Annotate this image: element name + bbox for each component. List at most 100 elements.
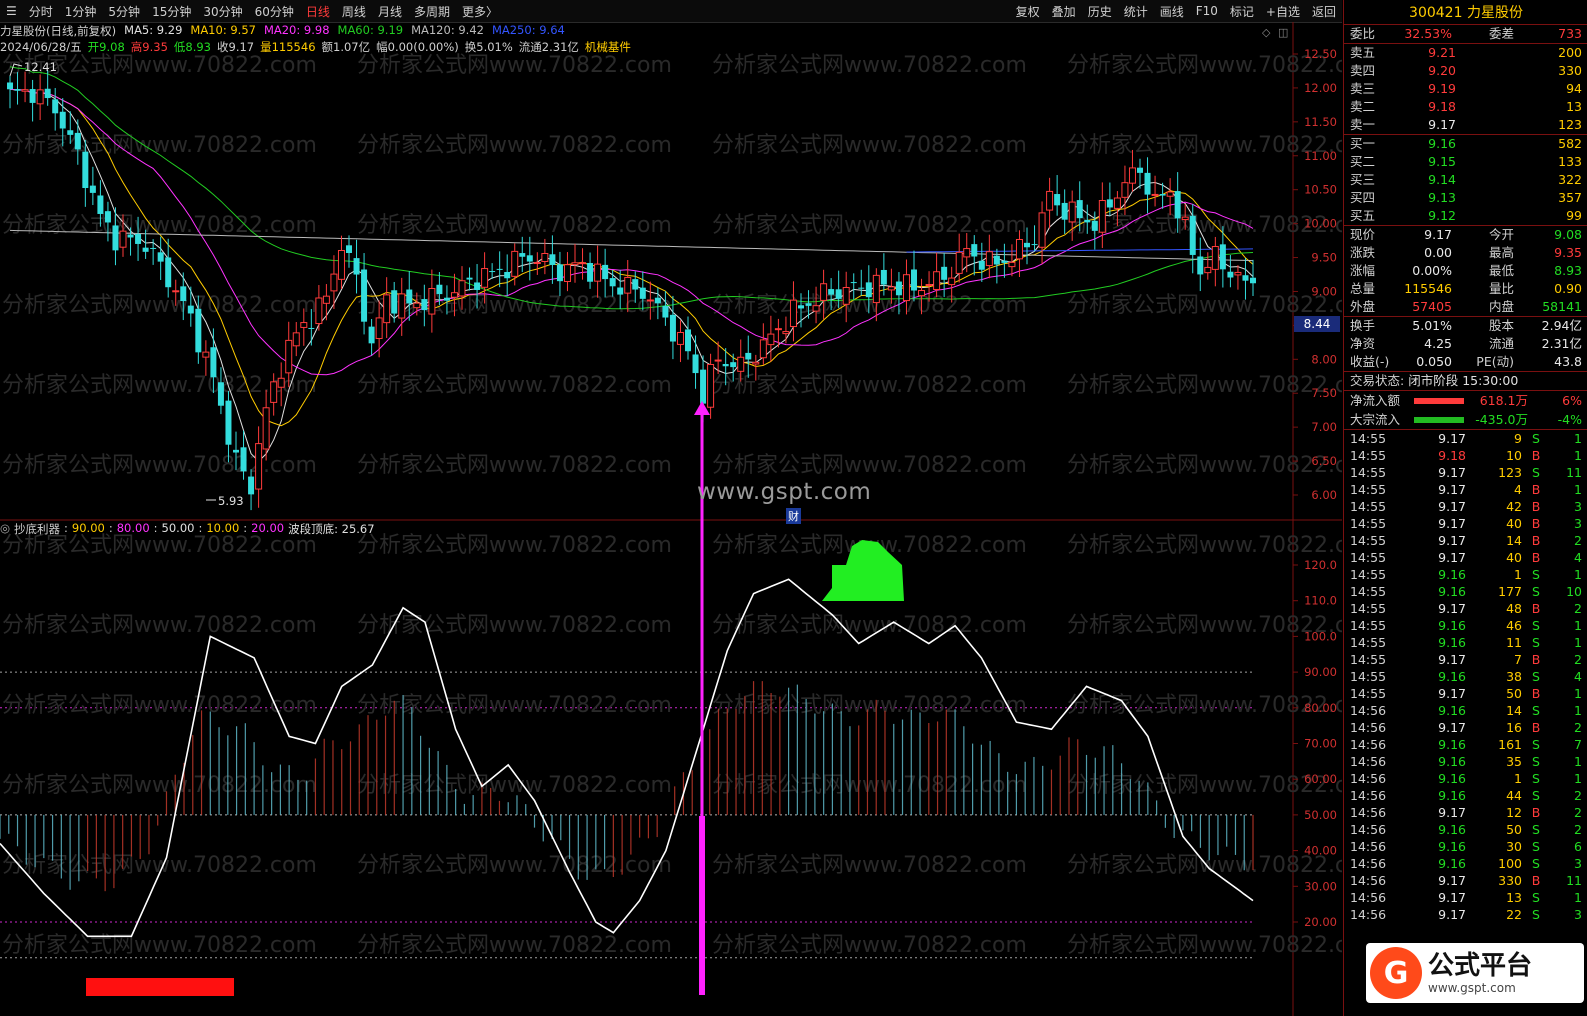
candle-down bbox=[1054, 194, 1061, 206]
candle-up bbox=[292, 332, 300, 347]
bid-level[interactable]: 买五 9.12 99 bbox=[1344, 207, 1587, 225]
candle-up bbox=[413, 302, 421, 309]
watermark-text: 分析家公式网www.70822.com bbox=[357, 613, 672, 638]
watermark-text: 分析家公式网www.70822.com bbox=[712, 933, 1027, 958]
weibi-value: 32.53% bbox=[1404, 26, 1452, 41]
watermark-text: 分析家公式网www.70822.com bbox=[712, 613, 1027, 638]
ask-level[interactable]: 卖二 9.18 13 bbox=[1344, 98, 1587, 116]
bid-levels: 买一 9.16 582 买二 9.15 133 买三 9.14 322 买四 9.13 357 买五 9.… bbox=[1344, 135, 1587, 226]
tick-row: 14:55 9.17 48 B 2 bbox=[1350, 601, 1582, 616]
indicator-v2: 80.00 bbox=[116, 521, 150, 535]
watermark-text: 分析家公式网www.70822.com bbox=[357, 853, 672, 878]
candle-down bbox=[187, 305, 194, 314]
candle-down bbox=[978, 260, 985, 270]
price-axis-label: 12.00 bbox=[1304, 81, 1337, 95]
candle-down bbox=[421, 299, 428, 311]
candle-up bbox=[262, 407, 270, 450]
watermark-text: 分析家公式网www.70822.com bbox=[1067, 853, 1342, 878]
price-axis-label: 7.50 bbox=[1311, 386, 1337, 400]
watermark-text: 分析家公式网www.70822.com bbox=[2, 613, 317, 638]
candle-down bbox=[97, 195, 104, 214]
quote-row: 涨幅 0.00% 最低 8.93 bbox=[1350, 263, 1582, 278]
candle-down bbox=[692, 354, 699, 374]
candle-up bbox=[277, 377, 285, 388]
candle-up bbox=[1151, 193, 1159, 196]
price-axis-label: 6.50 bbox=[1311, 454, 1337, 468]
diamond-icon[interactable]: ◇ bbox=[1262, 26, 1271, 39]
bid-level[interactable]: 买二 9.15 133 bbox=[1344, 153, 1587, 171]
quote-row: 换手 5.01% 股本 2.94亿 bbox=[1350, 318, 1582, 333]
candle-up bbox=[963, 248, 971, 258]
bid-level[interactable]: 买一 9.16 582 bbox=[1344, 135, 1587, 153]
current-price-tag: 8.44 bbox=[1294, 316, 1340, 332]
watermark-text: 分析家公式网www.70822.com bbox=[712, 133, 1027, 158]
candle-down bbox=[443, 297, 450, 301]
tick-row: 14:56 9.17 22 S 3 bbox=[1350, 907, 1582, 922]
finance-marker[interactable]: 财 bbox=[786, 508, 801, 524]
candle-up bbox=[458, 280, 466, 297]
candle-down bbox=[127, 234, 134, 238]
candle-down bbox=[602, 264, 609, 280]
ask-level[interactable]: 卖四 9.20 330 bbox=[1344, 62, 1587, 80]
indicator-wave: 波段顶底: 25.67 bbox=[288, 522, 375, 536]
candle-down bbox=[1189, 215, 1196, 255]
tick-row: 14:55 9.17 50 B 1 bbox=[1350, 686, 1582, 701]
candle-up bbox=[21, 89, 29, 92]
fund-flows: 净流入额 618.1万 6% 大宗流入 -435.0万 -4% bbox=[1344, 391, 1587, 430]
candle-up bbox=[737, 356, 745, 372]
candle-up bbox=[398, 293, 406, 319]
candle-up bbox=[707, 364, 715, 408]
candle-down bbox=[798, 305, 804, 309]
candle-down bbox=[1197, 256, 1204, 275]
price-axis-label: 7.00 bbox=[1311, 420, 1337, 434]
quote-stats: 现价 9.17 今开 9.08 涨跌 0.00 最高 9.35 涨幅 0.00% 最低 8.93 总量 1… bbox=[1344, 226, 1587, 317]
watermark-text: 分析家公式网www.70822.com bbox=[712, 453, 1027, 478]
price-axis-label: 10.50 bbox=[1304, 183, 1337, 197]
window-icon[interactable]: ◫ bbox=[1278, 26, 1288, 39]
candle-down bbox=[7, 82, 13, 90]
candle-down bbox=[1001, 260, 1008, 263]
candle-down bbox=[436, 284, 443, 295]
weicha-value: 733 bbox=[1558, 26, 1582, 41]
tick-list[interactable]: 14:55 9.17 9 S 1 14:55 9.18 10 B 1 14:55 9.17 123 S 11… bbox=[1344, 430, 1587, 923]
candle-down bbox=[1242, 275, 1249, 281]
price-axis-label: 8.00 bbox=[1311, 352, 1337, 366]
candle-down bbox=[1091, 220, 1098, 231]
candle-down bbox=[308, 327, 315, 329]
candle-down bbox=[895, 281, 902, 296]
candle-up bbox=[1046, 190, 1054, 211]
candle-down bbox=[210, 347, 217, 378]
tick-row: 14:56 9.16 30 S 6 bbox=[1350, 839, 1582, 854]
bid-level[interactable]: 买三 9.14 322 bbox=[1344, 171, 1587, 189]
candle-down bbox=[1159, 194, 1166, 196]
bottom-zone-marker bbox=[86, 978, 234, 996]
flow-bar bbox=[1414, 416, 1464, 423]
price-axis-label: 11.50 bbox=[1304, 115, 1337, 129]
ask-level[interactable]: 卖五 9.21 200 bbox=[1344, 44, 1587, 62]
watermark-text: 分析家公式网www.70822.com bbox=[357, 53, 672, 78]
tick-row: 14:55 9.18 10 B 1 bbox=[1350, 448, 1582, 463]
candle-up bbox=[902, 274, 910, 302]
ma250-line bbox=[906, 248, 1254, 253]
indicator-axis-label: 70.00 bbox=[1304, 737, 1337, 751]
ask-level[interactable]: 卖一 9.17 123 bbox=[1344, 116, 1587, 134]
indicator-axis-label: 20.00 bbox=[1304, 915, 1337, 929]
candle-down bbox=[549, 254, 556, 265]
flow-row: 净流入额 618.1万 6% bbox=[1350, 393, 1582, 408]
candle-up bbox=[925, 284, 933, 287]
watermark-text: 分析家公式网www.70822.com bbox=[712, 213, 1027, 238]
kline-chart[interactable]: 分析家公式网www.70822.com 分析家公式网www.70822.com 分析… bbox=[0, 0, 1342, 1016]
quote-row: 总量 115546 量比 0.90 bbox=[1350, 281, 1582, 296]
candle-down bbox=[865, 282, 872, 298]
watermark-text: 分析家公式网www.70822.com bbox=[357, 933, 672, 958]
tick-row: 14:56 9.16 1 S 1 bbox=[1350, 771, 1582, 786]
bid-level[interactable]: 买四 9.13 357 bbox=[1344, 189, 1587, 207]
candle-down bbox=[835, 289, 842, 299]
candle-down bbox=[858, 287, 865, 289]
tick-row: 14:55 9.16 46 S 1 bbox=[1350, 618, 1582, 633]
indicator-name: 抄底利器 bbox=[14, 522, 61, 536]
ask-level[interactable]: 卖三 9.19 94 bbox=[1344, 80, 1587, 98]
gspt-logo: G 公式平台 www.gspt.com bbox=[1366, 943, 1584, 1003]
candle-down bbox=[941, 266, 948, 280]
candle-up bbox=[782, 331, 790, 335]
